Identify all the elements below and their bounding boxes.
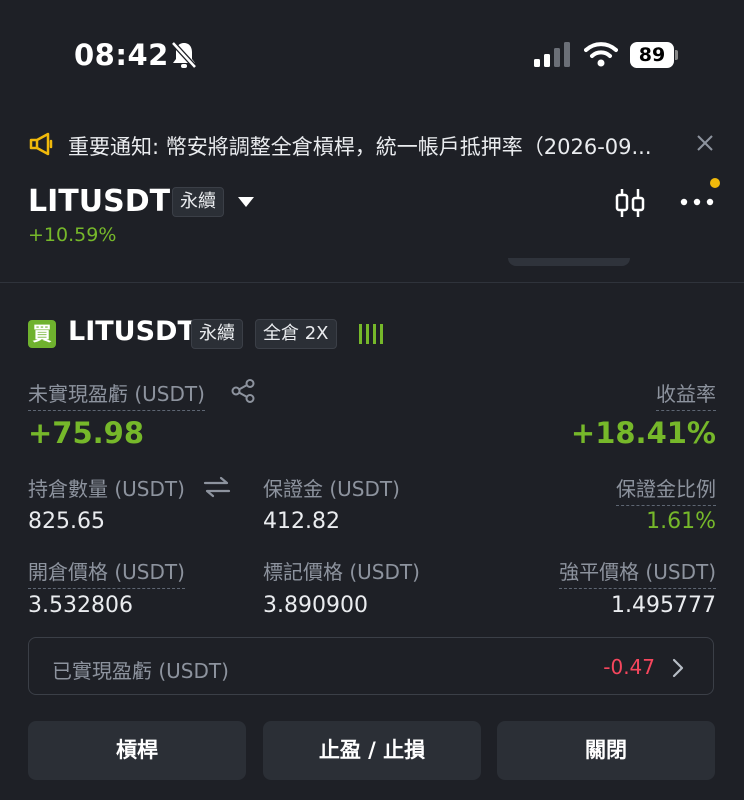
mark-price-value: 3.890900 — [263, 593, 368, 618]
realized-pnl-row[interactable]: 已實現盈虧 (USDT) -0.47 — [28, 637, 714, 695]
margin-ratio-value: 1.61% — [646, 509, 716, 534]
symbol-title[interactable]: LITUSDT — [28, 184, 170, 219]
margin-ratio-label[interactable]: 保證金比例 — [616, 473, 716, 506]
chevron-right-icon — [672, 658, 684, 678]
bell-slash-icon — [171, 41, 197, 69]
notification-dot — [710, 178, 720, 188]
tp-sl-button[interactable]: 止盈 / 止損 — [263, 721, 481, 780]
position-size-value: 825.65 — [28, 509, 105, 534]
caret-down-icon[interactable] — [237, 196, 255, 208]
close-position-button[interactable]: 關閉 — [497, 721, 715, 780]
leverage-button[interactable]: 槓桿 — [28, 721, 246, 780]
battery-indicator: 89 — [630, 42, 678, 68]
share-icon[interactable] — [231, 379, 255, 403]
margin-value: 412.82 — [263, 509, 340, 534]
contract-type-tag: 永續 — [172, 187, 224, 217]
notice-text[interactable]: 重要通知: 幣安將調整全倉槓桿，統一帳戶抵押率（2026-09... — [68, 131, 688, 161]
entry-price-value: 3.532806 — [28, 593, 133, 618]
megaphone-icon — [29, 132, 53, 156]
margin-label: 保證金 (USDT) — [263, 477, 400, 501]
roe-label[interactable]: 收益率 — [656, 378, 716, 411]
wifi-icon — [584, 42, 618, 67]
position-contract-tag: 永續 — [191, 319, 243, 349]
drag-handle[interactable] — [508, 258, 630, 266]
price-change: +10.59% — [28, 224, 117, 246]
liquidation-price-value: 1.495777 — [611, 593, 716, 618]
side-badge: 買 — [28, 320, 56, 348]
divider — [0, 282, 744, 283]
signal-icon — [534, 42, 570, 67]
entry-price-label[interactable]: 開倉價格 (USDT) — [28, 556, 185, 589]
position-size-label: 持倉數量 (USDT) — [28, 477, 185, 501]
realized-pnl-value: -0.47 — [603, 655, 655, 679]
unrealized-pnl-value: +75.98 — [28, 416, 145, 450]
unrealized-pnl-label[interactable]: 未實現盈虧 (USDT) — [28, 378, 205, 411]
status-time: 08:42 — [74, 38, 169, 72]
realized-pnl-label: 已實現盈虧 (USDT) — [52, 659, 229, 683]
liquidation-price-label[interactable]: 強平價格 (USDT) — [559, 556, 716, 589]
mark-price-label: 標記價格 (USDT) — [263, 560, 420, 584]
swap-icon[interactable] — [203, 476, 231, 498]
margin-mode-tag: 全倉 2X — [255, 319, 337, 349]
battery-level: 89 — [630, 42, 674, 68]
roe-value: +18.41% — [570, 416, 716, 450]
candlestick-icon[interactable] — [613, 186, 647, 220]
leverage-bars-icon — [359, 324, 383, 344]
position-symbol[interactable]: LITUSDT — [68, 316, 196, 347]
close-icon[interactable] — [692, 130, 718, 156]
more-icon[interactable] — [678, 192, 716, 212]
